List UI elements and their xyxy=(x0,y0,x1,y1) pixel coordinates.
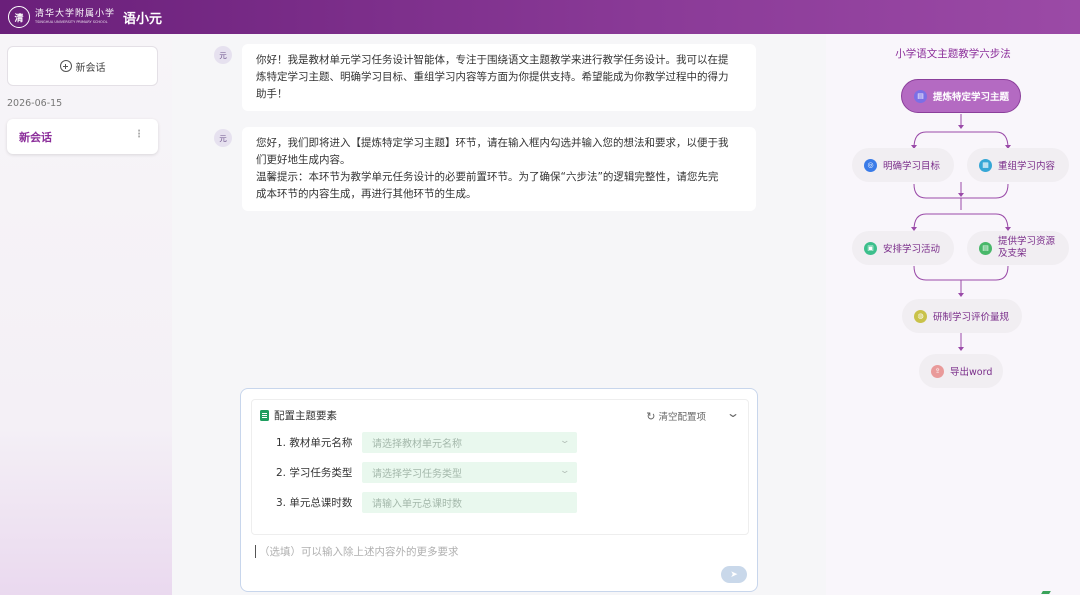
six-step-panel: 小学语文主题教学六步法 ▤ 提炼特定学习主题 ◎ 明确学习目标 ▦ 重组学习内容… xyxy=(826,34,1080,595)
step-clarify-goals[interactable]: ◎ 明确学习目标 xyxy=(852,148,954,182)
message-line: 助手！ xyxy=(256,88,288,100)
target-icon: ◎ xyxy=(864,158,877,172)
step-label: 明确学习目标 xyxy=(883,161,941,172)
chevron-down-icon: ⌄ xyxy=(559,466,571,476)
send-icon: ➤ xyxy=(730,569,738,580)
layers-icon: ▦ xyxy=(979,158,992,172)
step-provide-resources[interactable]: ▤ 提供学习资源 及支架 xyxy=(967,231,1069,265)
step-reorganize-content[interactable]: ▦ 重组学习内容 xyxy=(967,148,1069,182)
step-develop-rubric[interactable]: ◍ 研制学习评价量规 xyxy=(902,299,1022,333)
document-icon xyxy=(260,410,269,421)
assistant-message: 元 你好！我是教材单元学习任务设计智能体，专注于围绕语文主题教学来进行教学任务设… xyxy=(214,44,756,111)
corner-mark xyxy=(1041,591,1051,594)
assistant-avatar: 元 xyxy=(214,46,232,64)
step-label: 提炼特定学习主题 xyxy=(933,92,1010,103)
flow-title: 小学语文主题教学六步法 xyxy=(895,48,1011,60)
step-label: 导出word xyxy=(950,367,993,378)
school-name-en: TSINGHUA UNIVERSITY PRIMARY SCHOOL xyxy=(35,19,108,24)
rubric-icon: ◍ xyxy=(914,309,927,323)
step-label: 重组学习内容 xyxy=(998,161,1056,172)
sidebar: 新会话 2026-06-15 新会话 ⋮ xyxy=(0,34,172,595)
send-button[interactable]: ➤ xyxy=(721,566,747,583)
field-row-unit-name: 1. 教材单元名称 请选择教材单元名称 ⌄ xyxy=(276,432,577,453)
field-label: 1. 教材单元名称 xyxy=(276,437,353,449)
new-chat-label: 新会话 xyxy=(75,62,106,74)
extra-requirements-placeholder: （选填）可以输入除上述内容外的更多要求 xyxy=(259,546,459,558)
message-line: 温馨提示：本环节为教学单元任务设计的必要前置环节。为了确保“六步法”的逻辑完整性… xyxy=(256,171,719,183)
field-placeholder: 请选择教材单元名称 xyxy=(372,439,462,450)
lesson-count-input[interactable]: 请输入单元总课时数 xyxy=(362,492,577,513)
message-line: 们更好地生成内容。 xyxy=(256,154,351,166)
field-placeholder: 请输入单元总课时数 xyxy=(372,499,462,510)
assistant-avatar: 元 xyxy=(214,129,232,147)
clear-config-button[interactable]: ↻ 清空配置项 xyxy=(646,409,706,424)
message-line: 成本环节的内容生成，再进行其他环节的生成。 xyxy=(256,188,477,200)
app-title: 语小元 xyxy=(123,11,163,27)
message-bubble: 您好，我们即将进入【提炼特定学习主题】环节，请在输入框内勾选并输入您的想法和要求… xyxy=(242,127,756,211)
export-word-button[interactable]: ⇪ 导出word xyxy=(919,354,1003,388)
chevron-down-icon: ⌄ xyxy=(559,436,571,446)
step-extract-theme[interactable]: ▤ 提炼特定学习主题 xyxy=(901,79,1021,113)
message-line: 你好！我是教材单元学习任务设计智能体，专注于围绕语文主题教学来进行教学任务设计。… xyxy=(256,54,729,66)
school-seal-logo: 清 xyxy=(8,6,30,28)
field-row-lesson-count: 3. 单元总课时数 请输入单元总课时数 xyxy=(276,492,577,513)
step-arrange-activities[interactable]: ▣ 安排学习活动 xyxy=(852,231,954,265)
top-bar: 清 清华大学附属小学 TSINGHUA UNIVERSITY PRIMARY S… xyxy=(0,0,1080,34)
school-name: 清华大学附属小学 xyxy=(35,8,116,19)
message-line: 您好，我们即将进入【提炼特定学习主题】环节，请在输入框内勾选并输入您的想法和要求… xyxy=(256,137,729,149)
clear-config-label: 清空配置项 xyxy=(658,412,706,423)
extra-requirements-input[interactable]: （选填）可以输入除上述内容外的更多要求 xyxy=(255,544,459,559)
chevron-down-icon[interactable]: ⌄ xyxy=(726,406,740,420)
session-item-label: 新会话 xyxy=(19,130,52,144)
task-type-select[interactable]: 请选择学习任务类型 ⌄ xyxy=(362,462,577,483)
composer: 配置主题要素 ↻ 清空配置项 ⌄ 1. 教材单元名称 请选择教材单元名称 ⌄ 2… xyxy=(240,388,758,592)
text-caret xyxy=(255,545,256,558)
plus-circle-icon xyxy=(59,60,72,72)
school-logo: 清华大学附属小学 TSINGHUA UNIVERSITY PRIMARY SCH… xyxy=(35,8,116,25)
more-options-icon[interactable]: ⋮ xyxy=(134,130,144,140)
config-title: 配置主题要素 xyxy=(274,410,337,422)
field-row-task-type: 2. 学习任务类型 请选择学习任务类型 ⌄ xyxy=(276,462,577,483)
activity-icon: ▣ xyxy=(864,241,877,255)
assistant-message: 元 您好，我们即将进入【提炼特定学习主题】环节，请在输入框内勾选并输入您的想法和… xyxy=(214,127,756,211)
document-icon: ▤ xyxy=(914,89,927,103)
session-date: 2026-06-15 xyxy=(7,98,63,109)
config-header: 配置主题要素 xyxy=(260,408,337,423)
reset-icon: ↻ xyxy=(646,409,656,423)
session-item[interactable]: 新会话 ⋮ xyxy=(7,119,158,154)
step-label: 安排学习活动 xyxy=(883,244,941,255)
step-label: 提供学习资源 及支架 xyxy=(998,236,1056,259)
export-icon: ⇪ xyxy=(931,364,944,378)
chat-area: 元 你好！我是教材单元学习任务设计智能体，专注于围绕语文主题教学来进行教学任务设… xyxy=(172,34,826,595)
step-label: 研制学习评价量规 xyxy=(933,312,1010,323)
message-line: 炼特定学习主题、明确学习目标、重组学习内容等方面为你提供支持。希望能成为你教学过… xyxy=(256,71,729,83)
new-chat-button[interactable]: 新会话 xyxy=(7,46,158,86)
resource-icon: ▤ xyxy=(979,241,992,255)
message-bubble: 你好！我是教材单元学习任务设计智能体，专注于围绕语文主题教学来进行教学任务设计。… xyxy=(242,44,756,111)
config-panel: 配置主题要素 ↻ 清空配置项 ⌄ 1. 教材单元名称 请选择教材单元名称 ⌄ 2… xyxy=(251,399,749,535)
unit-name-select[interactable]: 请选择教材单元名称 ⌄ xyxy=(362,432,577,453)
field-label: 3. 单元总课时数 xyxy=(276,497,353,509)
field-placeholder: 请选择学习任务类型 xyxy=(372,469,462,480)
field-label: 2. 学习任务类型 xyxy=(276,467,353,479)
